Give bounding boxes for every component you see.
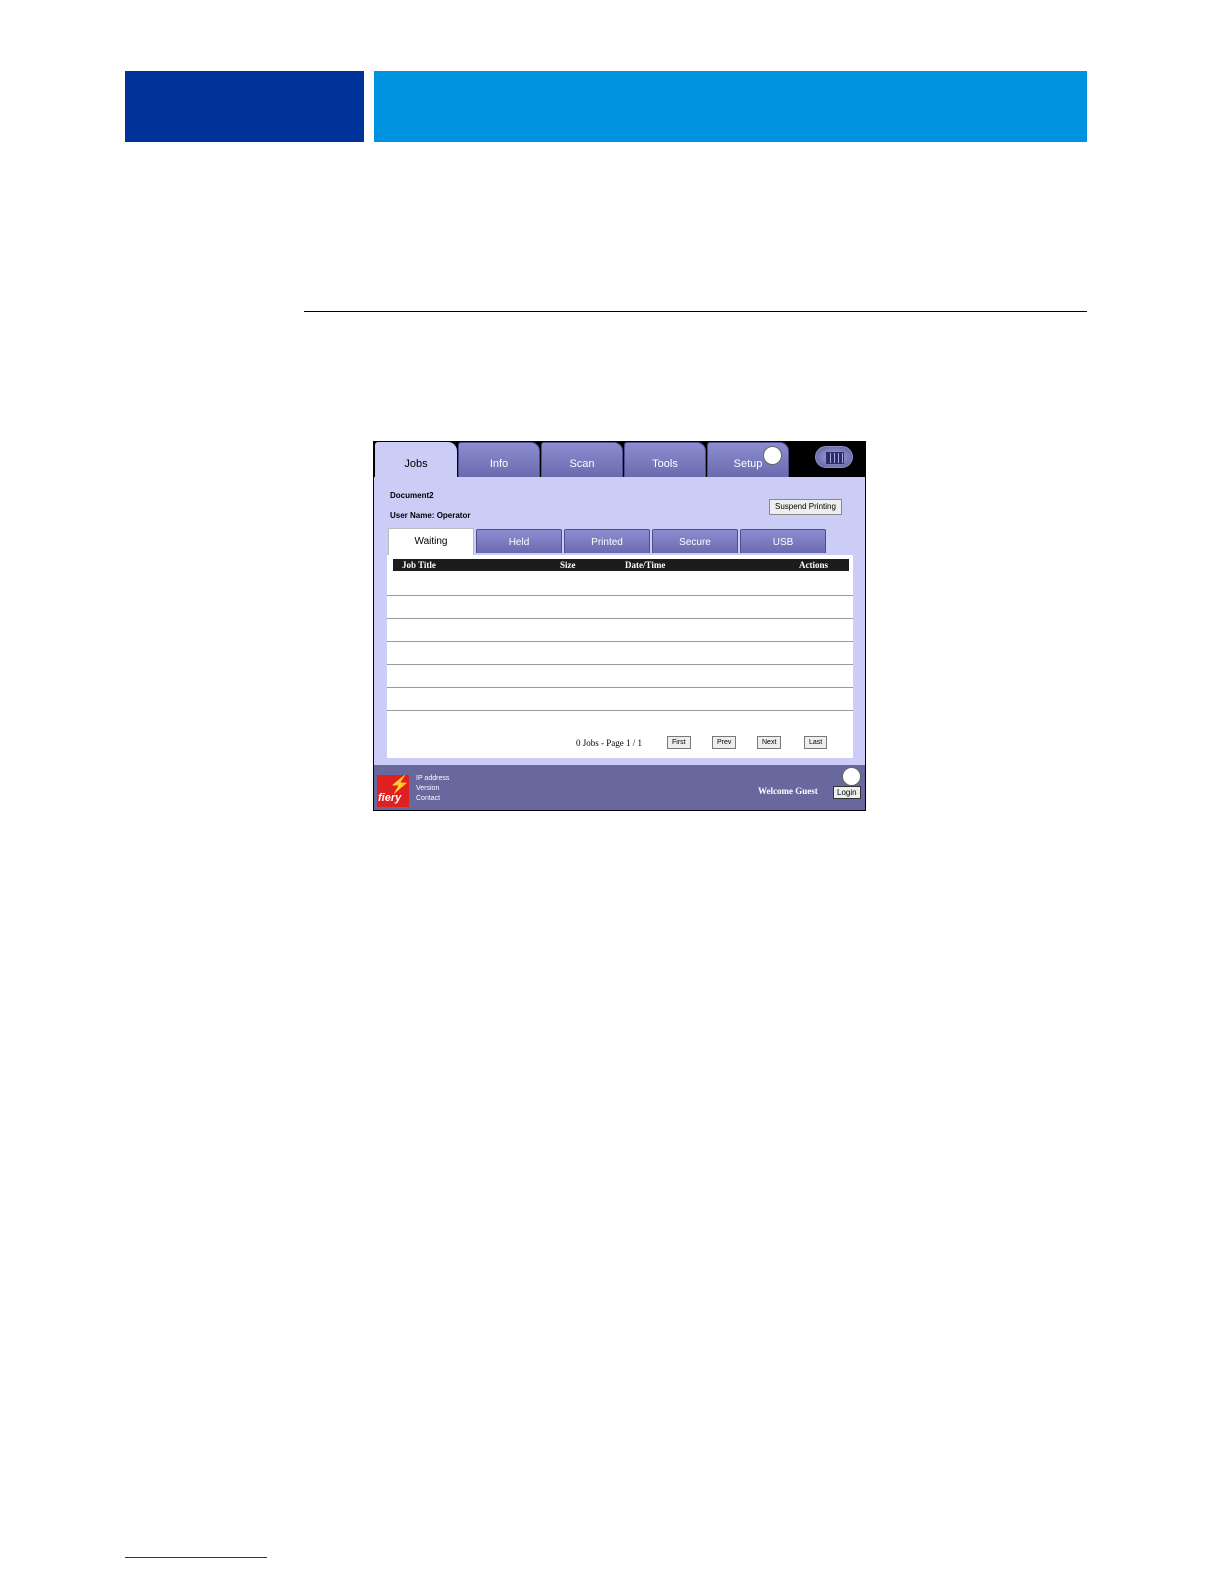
contact-label: Contact bbox=[416, 795, 441, 802]
main-tab-bar: Jobs Info Scan Tools Setup bbox=[373, 441, 866, 478]
logo-text: fiery bbox=[378, 792, 402, 804]
first-page-button[interactable]: First bbox=[667, 736, 691, 749]
tab-secure[interactable]: Secure bbox=[652, 529, 738, 553]
tab-usb[interactable]: USB bbox=[740, 529, 826, 553]
tab-scan[interactable]: Scan bbox=[541, 442, 623, 477]
tab-tools[interactable]: Tools bbox=[624, 442, 706, 477]
callout-marker bbox=[842, 767, 861, 786]
version-label: Version bbox=[416, 785, 440, 792]
fiery-logo: ⚡ fiery bbox=[377, 775, 411, 807]
tab-jobs[interactable]: Jobs bbox=[375, 442, 457, 478]
suspend-printing-button[interactable]: Suspend Printing bbox=[769, 499, 842, 515]
footnote-rule bbox=[125, 1557, 267, 1558]
column-actions: Actions bbox=[799, 560, 828, 570]
table-row bbox=[387, 641, 853, 642]
pager-status: 0 Jobs - Page 1 / 1 bbox=[576, 738, 642, 748]
lightning-icon: ⚡ bbox=[389, 775, 411, 794]
fiery-screen: Jobs Info Scan Tools Setup Document2 Use… bbox=[373, 441, 866, 811]
next-page-button[interactable]: Next bbox=[757, 736, 782, 749]
login-button[interactable]: Login bbox=[833, 786, 861, 799]
header-band-dark bbox=[125, 71, 364, 142]
job-list: Job Title Size Date/Time Actions 0 Jobs … bbox=[387, 555, 853, 758]
document-name: Document2 bbox=[390, 491, 434, 500]
table-row bbox=[387, 595, 853, 596]
tab-printed[interactable]: Printed bbox=[564, 529, 650, 553]
callout-marker bbox=[763, 446, 782, 465]
column-size[interactable]: Size bbox=[560, 559, 576, 571]
tab-info[interactable]: Info bbox=[458, 442, 540, 477]
jobs-panel: Document2 User Name: Operator Suspend Pr… bbox=[374, 477, 865, 765]
app-switch-button[interactable] bbox=[815, 446, 853, 468]
welcome-text: Welcome Guest bbox=[758, 786, 818, 796]
tab-waiting[interactable]: Waiting bbox=[388, 528, 474, 555]
table-row bbox=[387, 710, 853, 711]
grid-icon bbox=[826, 452, 844, 464]
prev-page-button[interactable]: Prev bbox=[712, 736, 737, 749]
header-band-light bbox=[374, 71, 1087, 142]
footer-bar: ⚡ fiery IP address Version Contact Welco… bbox=[374, 765, 865, 810]
table-row bbox=[387, 687, 853, 688]
tab-held[interactable]: Held bbox=[476, 529, 562, 553]
table-row bbox=[387, 664, 853, 665]
ip-address-label: IP address bbox=[416, 775, 450, 782]
column-job-title[interactable]: Job Title bbox=[402, 559, 436, 571]
section-rule bbox=[304, 311, 1087, 312]
user-name: User Name: Operator bbox=[390, 511, 471, 520]
last-page-button[interactable]: Last bbox=[804, 736, 828, 749]
job-table-header: Job Title Size Date/Time Actions bbox=[393, 559, 849, 571]
table-row bbox=[387, 618, 853, 619]
column-date-time[interactable]: Date/Time bbox=[625, 559, 665, 571]
